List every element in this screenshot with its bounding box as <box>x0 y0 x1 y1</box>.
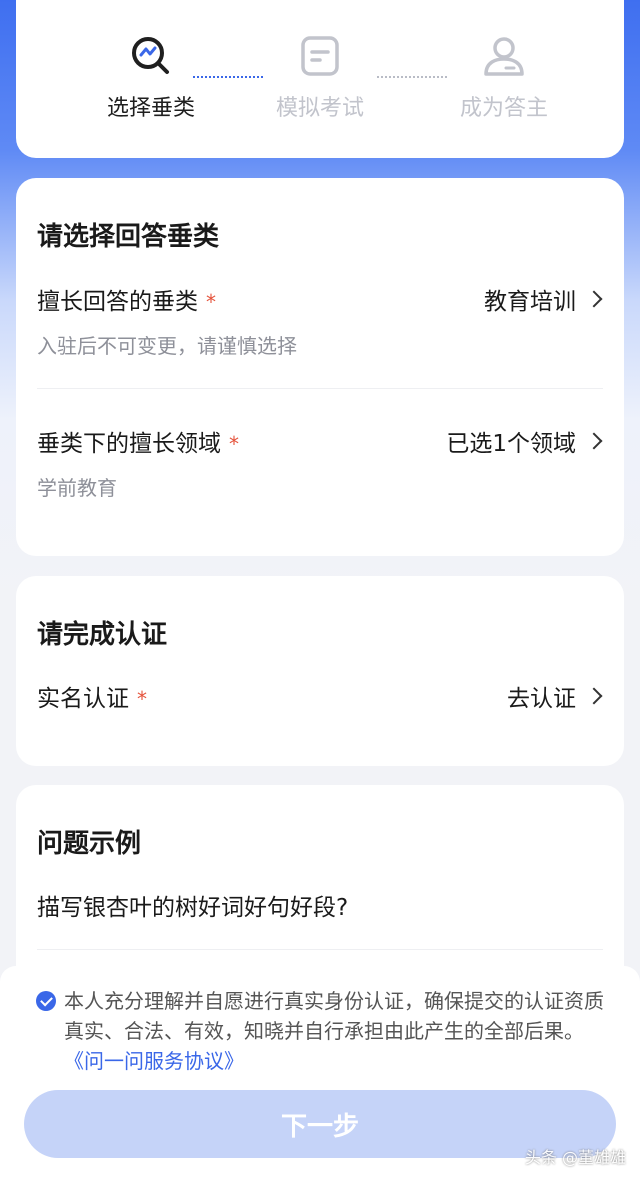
verification-section: 请完成认证 实名认证 * 去认证 <box>16 576 624 766</box>
required-star: * <box>137 687 147 711</box>
document-icon <box>301 36 339 76</box>
step-label: 成为答主 <box>459 96 548 121</box>
agreement-checkbox[interactable] <box>36 991 56 1011</box>
go-verify-link[interactable]: 去认证 <box>507 679 606 713</box>
step-select-category: 选择垂类 <box>76 34 226 122</box>
progress-stepper: 选择垂类 模拟考试 成为答主 <box>16 0 624 158</box>
section-title: 请完成认证 <box>37 620 168 650</box>
real-name-label: 实名认证 * <box>37 686 147 712</box>
primary-category-selector[interactable]: 教育培训 <box>484 282 606 316</box>
chevron-right-icon <box>585 687 603 705</box>
example-question: 描写银杏叶的树好词好句好段? <box>37 895 349 921</box>
selected-domain: 学前教育 <box>37 476 117 500</box>
step-become-answerer: 成为答主 <box>429 34 579 122</box>
step-label: 模拟考试 <box>275 96 364 121</box>
category-hint: 入驻后不可变更，请谨慎选择 <box>37 334 297 358</box>
watermark: 头条 @董雄雄 <box>524 1148 626 1167</box>
step-label: 选择垂类 <box>106 96 195 121</box>
chevron-right-icon <box>585 432 603 450</box>
divider <box>37 388 603 389</box>
agreement: 本人充分理解并自愿进行真实身份认证，确保提交的认证资质真实、合法、有效，知晓并自… <box>36 986 610 1076</box>
agreement-text: 本人充分理解并自愿进行真实身份认证，确保提交的认证资质真实、合法、有效，知晓并自… <box>64 989 604 1043</box>
bottom-action-bar: 本人充分理解并自愿进行真实身份认证，确保提交的认证资质真实、合法、有效，知晓并自… <box>0 966 640 1180</box>
category-section: 请选择回答垂类 擅长回答的垂类 * 教育培训 入驻后不可变更，请谨慎选择 垂类下的… <box>16 178 624 556</box>
divider <box>37 949 603 950</box>
user-icon <box>484 37 524 76</box>
domain-label: 垂类下的擅长领域 * <box>37 431 239 457</box>
section-title: 请选择回答垂类 <box>37 222 220 252</box>
service-agreement-link[interactable]: 《问一问服务协议》 <box>64 1049 244 1073</box>
primary-category-label: 擅长回答的垂类 * <box>37 289 216 315</box>
required-star: * <box>206 290 216 314</box>
required-star: * <box>229 432 239 456</box>
step-mock-exam: 模拟考试 <box>245 34 395 122</box>
section-title: 问题示例 <box>37 829 142 859</box>
chevron-right-icon <box>585 290 603 308</box>
domain-selector[interactable]: 已选1个领域 <box>446 424 606 458</box>
search-chart-icon <box>132 37 169 74</box>
